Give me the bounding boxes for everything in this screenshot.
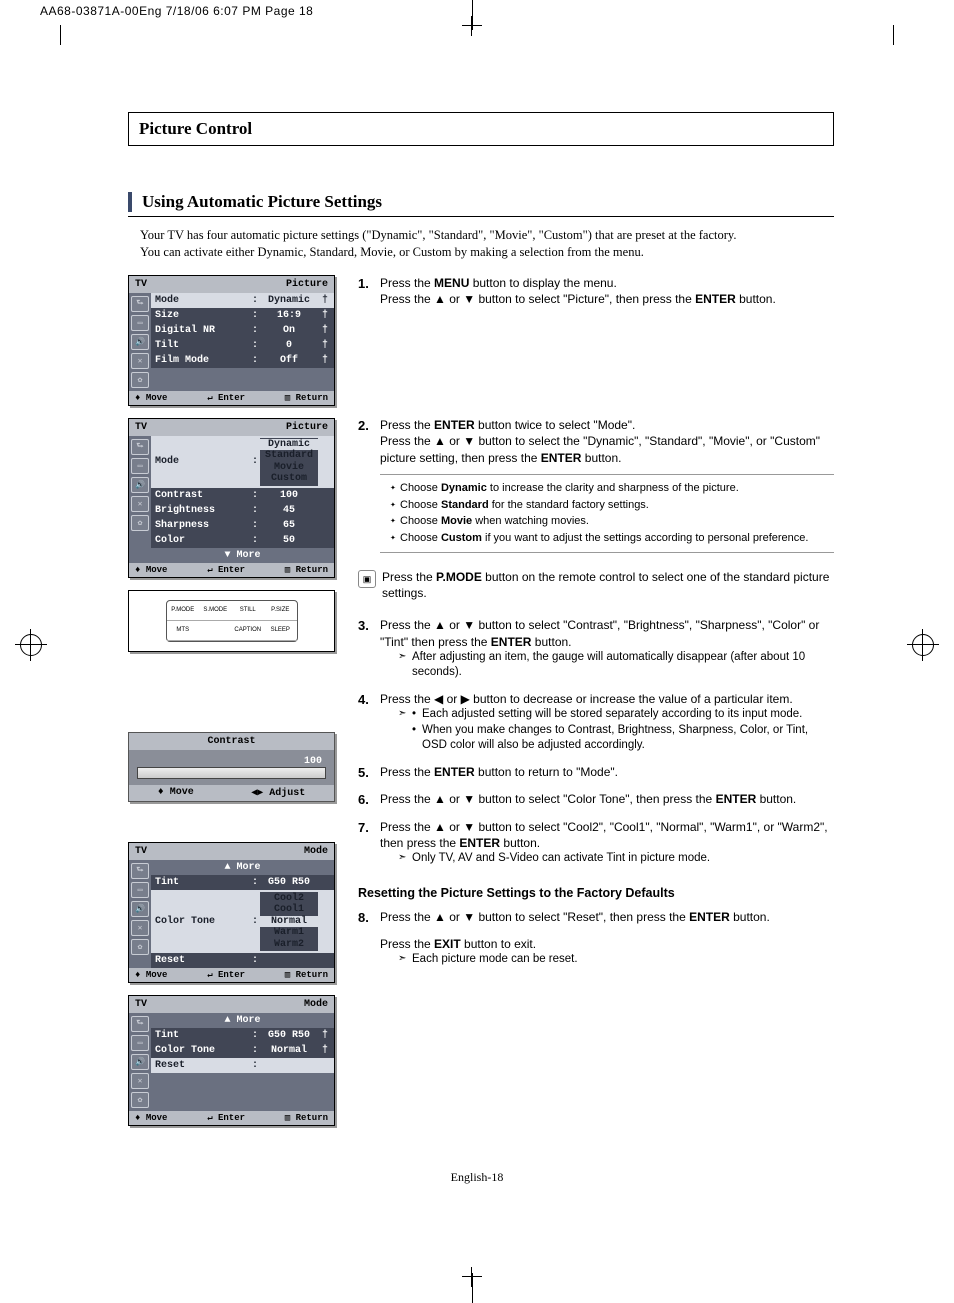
crop-tick-icon <box>60 25 61 45</box>
picture-icon: ▭ <box>131 1035 149 1051</box>
channel-icon: ✕ <box>131 1073 149 1089</box>
step-2: 2. Press the ENTER button twice to selec… <box>358 417 834 553</box>
setup-icon: ✿ <box>131 1092 149 1108</box>
sound-icon: 🔊 <box>131 477 149 493</box>
sound-icon: 🔊 <box>131 334 149 350</box>
osd-contrast-gauge: Contrast 100 ♦ Move ◀▶ Adjust <box>128 732 335 802</box>
input-icon: ⮑ <box>131 296 149 312</box>
step-7: 7. Press the ▲ or ▼ button to select "Co… <box>358 819 834 867</box>
step-1: 1. Press the MENU button to display the … <box>358 275 834 307</box>
osd-menu-mode-colortone: TVMode ⮑ ▭ 🔊 ✕ ✿ ▲ More Tint:G50 R50 <box>128 842 335 984</box>
step-6: 6. Press the ▲ or ▼ button to select "Co… <box>358 791 834 809</box>
subsection-heading: Using Automatic Picture Settings <box>128 192 834 212</box>
channel-icon: ✕ <box>131 920 149 936</box>
setup-icon: ✿ <box>131 939 149 955</box>
picture-icon: ▭ <box>131 458 149 474</box>
reset-subsection-title: Resetting the Picture Settings to the Fa… <box>358 885 834 902</box>
intro-text: Your TV has four automatic picture setti… <box>140 227 834 261</box>
picture-icon: ▭ <box>131 315 149 331</box>
registration-mark-icon <box>20 634 42 656</box>
sound-icon: 🔊 <box>131 901 149 917</box>
sound-icon: 🔊 <box>131 1054 149 1070</box>
picture-icon: ▭ <box>131 882 149 898</box>
divider <box>128 216 834 217</box>
osd-menu-picture: TVPicture ⮑ ▭ 🔊 ✕ ✿ Mode:Dynamic†Size:16… <box>128 275 335 406</box>
channel-icon: ✕ <box>131 496 149 512</box>
input-icon: ⮑ <box>131 1016 149 1032</box>
channel-icon: ✕ <box>131 353 149 369</box>
crop-tick-icon <box>893 25 894 45</box>
registration-mark-icon <box>912 634 934 656</box>
registration-mark-icon <box>462 16 482 36</box>
setup-icon: ✿ <box>131 515 149 531</box>
setup-icon: ✿ <box>131 372 149 388</box>
pmode-note: ▣ Press the P.MODE button on the remote … <box>358 569 834 601</box>
section-title-box: Picture Control <box>128 112 834 146</box>
remote-control-diagram: P.MODES.MODESTILLP.SIZEMTSCAPTIONSLEEP <box>128 590 335 652</box>
registration-mark-icon <box>462 1267 482 1287</box>
step-3: 3. Press the ▲ or ▼ button to select "Co… <box>358 617 834 680</box>
osd-menu-mode-reset: TVMode ⮑ ▭ 🔊 ✕ ✿ ▲ More Tint:G50 R50†Col… <box>128 995 335 1126</box>
step-5: 5. Press the ENTER button to return to "… <box>358 764 834 782</box>
remote-button-icon: ▣ <box>358 570 376 588</box>
page-number: English-18 <box>0 1170 954 1185</box>
step-8: 8. Press the ▲ or ▼ button to select "Re… <box>358 909 834 967</box>
osd-menu-picture-mode: TVPicture ⮑ ▭ 🔊 ✕ ✿ Mode: DynamicStandar… <box>128 418 335 578</box>
input-icon: ⮑ <box>131 439 149 455</box>
input-icon: ⮑ <box>131 863 149 879</box>
step-4: 4. Press the ◀ or ▶ button to decrease o… <box>358 691 834 754</box>
